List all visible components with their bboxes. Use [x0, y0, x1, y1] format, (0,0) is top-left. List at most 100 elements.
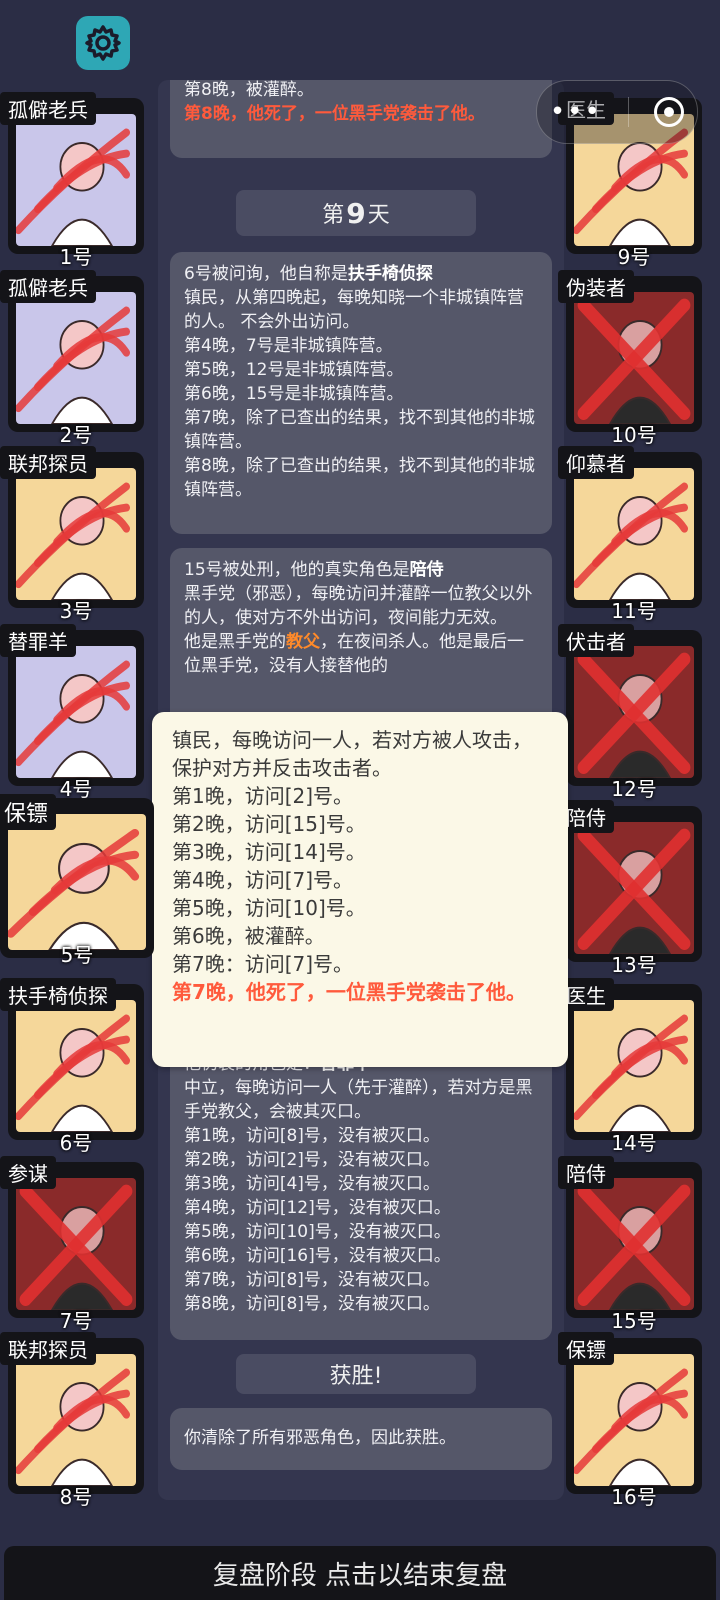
portrait-art	[577, 652, 691, 778]
player-tile-13[interactable]: 陪侍 13号	[558, 800, 702, 977]
player-number: 6号	[59, 1131, 93, 1155]
player-number: 16号	[611, 1485, 657, 1509]
player-tile-1[interactable]: 孤僻老兵 1号	[0, 92, 144, 269]
veteran-portrait	[16, 292, 136, 424]
log-card-disguise: 他伪装的角色是：替罪羊 中立，每晚访问一人（先于灌醉），若对方是黑手党教父，会被…	[170, 1030, 552, 1340]
log-line: 黑手党（邪恶），每晚访问并灌醉一位教父以外的人，使对方不外出访问，夜间能力无效。	[184, 584, 533, 628]
log-intro: 15号被处刑，他的真实角色是	[184, 560, 410, 580]
scapegoat-portrait	[16, 646, 136, 778]
log-card-victory: 你清除了所有邪恶角色，因此获胜。	[170, 1408, 552, 1470]
portrait-art	[16, 306, 130, 424]
player-role: 孤僻老兵	[0, 270, 96, 303]
player-number: 14号	[611, 1131, 657, 1155]
player-role: 参谋	[0, 1156, 56, 1189]
escort-portrait	[574, 1178, 694, 1310]
log-line: 第1晚，访问[8]号，没有被灭口。	[184, 1126, 440, 1146]
player-number: 3号	[59, 599, 93, 623]
player-tile-15[interactable]: 陪侍 15号	[558, 1156, 702, 1333]
player-number: 7号	[59, 1309, 93, 1333]
player-role: 扶手椅侦探	[0, 978, 116, 1011]
more-icon[interactable]: •••	[550, 97, 602, 127]
close-target-icon[interactable]	[654, 97, 685, 127]
portrait-art	[574, 1368, 688, 1486]
bodyguard-portrait	[8, 814, 146, 950]
ambusher-portrait	[574, 646, 694, 778]
player-tile-3[interactable]: 联邦探员 3号	[0, 446, 144, 623]
settings-button[interactable]	[76, 16, 130, 70]
player-number: 12号	[611, 777, 657, 801]
popup-line: 第4晚，访问[7]号。	[172, 868, 354, 892]
log-line: 第8晚，被灌醉。	[184, 80, 314, 100]
log-text: 他是黑手党的	[184, 632, 286, 652]
fbi-badge-portrait	[16, 468, 136, 600]
player-role: 仰慕者	[558, 446, 634, 479]
player-detail-popup[interactable]: 镇民，每晚访问一人，若对方被人攻击，保护对方并反击攻击者。 第1晚，访问[2]号…	[152, 712, 568, 1067]
popup-line: 第5晚，访问[10]号。	[172, 896, 366, 920]
popup-line: 第7晚：访问[7]号。	[172, 952, 354, 976]
player-role: 保镖	[558, 1332, 614, 1365]
gear-icon	[85, 25, 121, 61]
popup-line: 第1晚，访问[2]号。	[172, 784, 354, 808]
log-line: 第6晚，访问[16]号，没有被灭口。	[184, 1246, 451, 1266]
admirer-portrait	[574, 468, 694, 600]
log-line: 中立，每晚访问一人（先于灌醉），若对方是黑手党教父，会被其灭口。	[184, 1078, 533, 1122]
miniprogram-capsule: •••	[536, 80, 698, 144]
log-line: 第8晚，除了已查出的结果，找不到其他的非城镇阵营。	[184, 456, 535, 500]
portrait-art	[16, 128, 130, 246]
bodyguard-portrait	[574, 1354, 694, 1486]
player-tile-5[interactable]: 保镖 5号	[0, 794, 154, 967]
victory-text: 你清除了所有邪恶角色，因此获胜。	[184, 1428, 456, 1448]
player-tile-2[interactable]: 孤僻老兵 2号	[0, 270, 144, 447]
player-role: 伪装者	[558, 270, 634, 303]
popup-line: 第3晚，访问[14]号。	[172, 840, 366, 864]
player-number: 1号	[59, 245, 93, 269]
player-role: 伏击者	[558, 624, 634, 657]
log-card-night8: 第8晚，被灌醉。 第8晚，他死了，一位黑手党袭击了他。	[170, 80, 552, 158]
player-tile-6[interactable]: 扶手椅侦探 6号	[0, 978, 144, 1155]
escort-portrait	[574, 822, 694, 954]
player-tile-11[interactable]: 仰慕者 11号	[558, 446, 702, 623]
player-number: 8号	[59, 1485, 93, 1509]
portrait-art	[574, 1014, 688, 1132]
log-role: 扶手椅侦探	[347, 264, 433, 284]
player-number: 2号	[59, 423, 93, 447]
player-tile-7[interactable]: 参谋 7号	[0, 1156, 144, 1333]
disguiser-portrait	[574, 292, 694, 424]
portrait-art	[16, 660, 130, 778]
portrait-art	[16, 482, 130, 600]
player-role: 联邦探员	[0, 1332, 96, 1365]
log-intro: 6号被问询，他自称是	[184, 264, 348, 284]
player-role: 联邦探员	[0, 446, 96, 479]
popup-line: 第2晚，访问[15]号。	[172, 812, 366, 836]
player-tile-8[interactable]: 联邦探员 8号	[0, 1332, 144, 1509]
player-number: 10号	[611, 423, 657, 447]
doctor-portrait	[574, 1000, 694, 1132]
veteran-portrait	[16, 114, 136, 246]
log-line: 第2晚，访问[2]号，没有被灭口。	[184, 1150, 440, 1170]
player-tile-4[interactable]: 替罪羊 4号	[0, 624, 144, 801]
log-line: 第6晚，15号是非城镇阵营。	[184, 384, 404, 404]
portrait-art	[19, 1184, 133, 1310]
log-line: 第3晚，访问[4]号，没有被灭口。	[184, 1174, 440, 1194]
player-role: 孤僻老兵	[0, 92, 96, 125]
portrait-art	[574, 482, 688, 600]
player-role: 陪侍	[558, 1156, 614, 1189]
log-role: 陪侍	[409, 560, 444, 580]
log-line: 第5晚，访问[10]号，没有被灭口。	[184, 1222, 451, 1242]
player-tile-16[interactable]: 保镖 16号	[558, 1332, 702, 1509]
player-tile-10[interactable]: 伪装者 10号	[558, 270, 702, 447]
victory-title: 获胜!	[329, 1364, 383, 1389]
end-review-label: 复盘阶段 点击以结束复盘	[212, 1560, 508, 1591]
portrait-art	[577, 1184, 691, 1310]
victory-header: 获胜!	[236, 1354, 476, 1394]
player-role: 保镖	[0, 794, 57, 830]
player-number: 11号	[611, 599, 657, 623]
log-line: 第5晚，12号是非城镇阵营。	[184, 360, 404, 380]
popup-death-line: 第7晚，他死了，一位黑手党袭击了他。	[172, 980, 526, 1004]
end-review-button[interactable]: 复盘阶段 点击以结束复盘	[4, 1546, 716, 1600]
log-line: 第4晚，7号是非城镇阵营。	[184, 336, 393, 356]
player-role: 替罪羊	[0, 624, 76, 657]
log-line: 镇民，从第四晚起，每晚知晓一个非城镇阵营的人。 不会外出访问。	[184, 288, 524, 332]
player-tile-12[interactable]: 伏击者 12号	[558, 624, 702, 801]
player-tile-14[interactable]: 医生 14号	[558, 978, 702, 1155]
